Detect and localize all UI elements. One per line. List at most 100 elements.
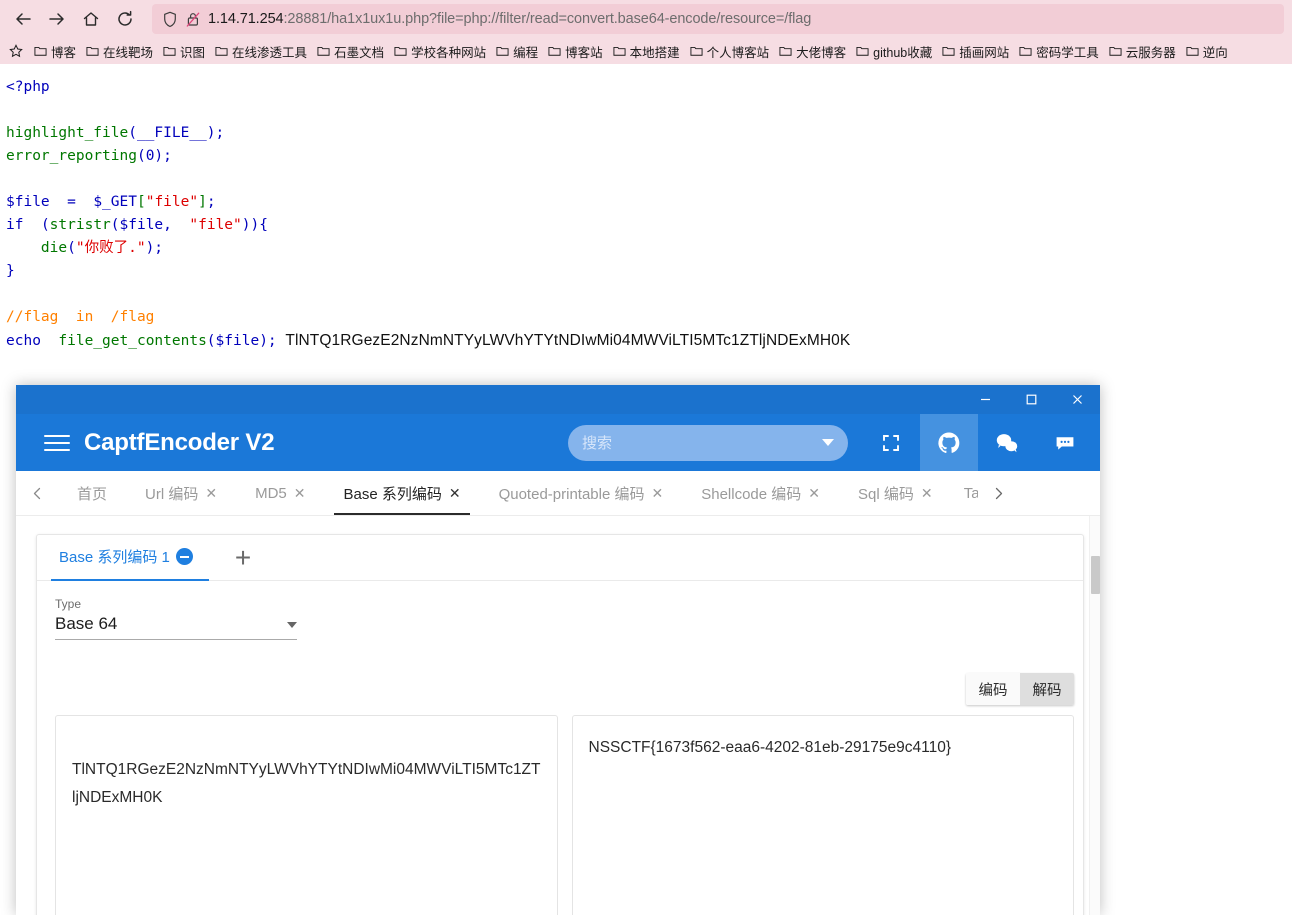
lock-crossed-icon[interactable] [185, 11, 201, 28]
php-fn-error-reporting: error_reporting [6, 148, 137, 164]
close-icon[interactable]: ✕ [921, 486, 933, 500]
bookmark-item[interactable]: 个人博客站 [685, 40, 775, 63]
tab-home[interactable]: 首页 [58, 471, 126, 515]
tab-truncated[interactable]: Ta [952, 471, 978, 515]
fullscreen-icon[interactable] [862, 414, 920, 471]
folder-icon [34, 47, 47, 56]
back-button[interactable] [6, 2, 40, 36]
bookmark-label: 识图 [180, 45, 206, 60]
minus-circle-icon[interactable] [175, 548, 193, 565]
output-textarea[interactable]: NSSCTF{1673f562-eaa6-4202-81eb-29175e9c4… [571, 715, 1074, 915]
decode-button[interactable]: 解码 [1020, 673, 1074, 705]
php-fn-file-get-contents: file_get_contents [58, 333, 207, 349]
url-path: :28881/ha1x1ux1u.php?file=php://filter/r… [283, 11, 812, 27]
tab-shellcode-encode[interactable]: Shellcode 编码 ✕ [682, 471, 839, 515]
php-close-brace: } [6, 263, 15, 279]
github-icon[interactable] [920, 414, 978, 471]
php-fn-highlight-file: highlight_file [6, 125, 129, 141]
php-fn-die: die [40, 240, 68, 256]
folder-icon [548, 47, 561, 56]
window-scrollbar[interactable] [1089, 516, 1100, 915]
php-op-equals: = [67, 194, 76, 210]
bookmark-label: 个人博客站 [706, 45, 770, 60]
captf-titlebar[interactable] [16, 385, 1100, 414]
chevron-down-icon[interactable] [822, 439, 834, 446]
folder-icon [856, 47, 869, 56]
add-subtab-button[interactable]: + [235, 543, 251, 572]
bookmark-item[interactable]: 在线渗透工具 [210, 40, 312, 63]
shield-icon[interactable] [162, 11, 178, 28]
bookmark-item[interactable]: 插画网站 [937, 40, 1014, 63]
bookmark-item[interactable]: 编程 [491, 40, 543, 63]
bookmark-star-icon[interactable] [5, 42, 29, 60]
close-icon[interactable]: ✕ [294, 486, 306, 500]
bookmark-item[interactable]: github收藏 [851, 40, 937, 63]
php-kw-if: if [6, 217, 24, 233]
close-button[interactable] [1054, 385, 1100, 414]
tabstrip-next-button[interactable] [978, 471, 1020, 515]
bookmark-item[interactable]: 逆向 [1181, 40, 1233, 63]
bookmark-item[interactable]: 大佬博客 [774, 40, 851, 63]
scrollbar-thumb[interactable] [1091, 556, 1100, 594]
bookmark-label: 在线渗透工具 [232, 45, 308, 60]
bookmark-label: 云服务器 [1125, 45, 1176, 60]
folder-icon [496, 47, 509, 56]
message-icon[interactable] [1036, 414, 1094, 471]
home-button[interactable] [74, 2, 108, 36]
hamburger-menu-icon[interactable] [44, 432, 70, 454]
folder-icon [690, 47, 703, 56]
mode-button-group: 编码 解码 [966, 673, 1074, 705]
php-str-file-2: "file" [189, 217, 242, 233]
captf-appbar: CaptfEncoder V2 搜索 [16, 414, 1100, 471]
url-bar[interactable]: 1.14.71.254:28881/ha1x1ux1u.php?file=php… [152, 4, 1284, 34]
search-input[interactable]: 搜索 [568, 424, 848, 461]
tab-md5[interactable]: MD5 ✕ [236, 471, 324, 515]
tab-quoted-printable-encode[interactable]: Quoted-printable 编码 ✕ [480, 471, 683, 515]
bookmark-item[interactable]: 云服务器 [1104, 40, 1181, 63]
type-label: Type [55, 597, 82, 611]
bookmark-label: 学校各种网站 [411, 45, 487, 60]
browser-nav-bar: 1.14.71.254:28881/ha1x1ux1u.php?file=php… [0, 0, 1292, 38]
reload-button[interactable] [108, 2, 142, 36]
subtab-base-encode-1[interactable]: Base 系列编码 1 [51, 535, 209, 581]
bookmark-item[interactable]: 本地搭建 [608, 40, 685, 63]
caret-down-icon[interactable] [287, 622, 297, 628]
bookmark-item[interactable]: 石墨文档 [312, 40, 389, 63]
tab-sql-encode[interactable]: Sql 编码 ✕ [839, 471, 952, 515]
folder-icon [1019, 47, 1032, 56]
type-select[interactable]: Base 64 [55, 614, 297, 640]
encoder-panel: Base 系列编码 1 + Type Base 64 编码 解码 TlNTQ1R… [36, 534, 1084, 915]
tab-label: Shellcode 编码 [701, 485, 802, 503]
close-icon[interactable]: ✕ [808, 486, 820, 500]
tab-url-encode[interactable]: Url 编码 ✕ [126, 471, 236, 515]
php-const-file: __FILE__ [136, 125, 207, 141]
bookmark-item[interactable]: 博客站 [543, 40, 608, 63]
forward-button[interactable] [40, 2, 74, 36]
close-icon[interactable]: ✕ [449, 486, 461, 500]
bookmark-label: 大佬博客 [796, 45, 847, 60]
wechat-icon[interactable] [978, 414, 1036, 471]
close-icon[interactable]: ✕ [205, 486, 217, 500]
bookmark-item[interactable]: 博客 [29, 40, 81, 63]
tab-label: 首页 [77, 485, 108, 503]
folder-icon [215, 47, 228, 56]
encode-button[interactable]: 编码 [966, 673, 1020, 705]
bookmark-label: 博客站 [565, 45, 603, 60]
input-textarea[interactable]: TlNTQ1RGezE2NzNmNTYyLWVhYTYtNDIwMi04MWVi… [55, 715, 558, 915]
minimize-button[interactable] [962, 385, 1008, 414]
php-output-base64: TlNTQ1RGezE2NzNmNTYyLWVhYTYtNDIwMi04MWVi… [285, 332, 851, 349]
close-icon[interactable]: ✕ [651, 486, 663, 500]
bookmark-label: 博客 [51, 45, 77, 60]
tab-base-encode[interactable]: Base 系列编码 ✕ [324, 471, 479, 515]
php-var-file: $file [6, 194, 50, 210]
bookmark-item[interactable]: 在线靶场 [81, 40, 158, 63]
folder-icon [1186, 47, 1199, 56]
tabstrip-prev-button[interactable] [16, 471, 58, 515]
url-host: 1.14.71.254 [208, 11, 284, 27]
bookmark-label: github收藏 [873, 45, 933, 60]
php-str-fail: "你败了." [75, 240, 146, 256]
bookmark-item[interactable]: 学校各种网站 [389, 40, 491, 63]
bookmark-item[interactable]: 识图 [158, 40, 210, 63]
bookmark-item[interactable]: 密码学工具 [1014, 40, 1104, 63]
maximize-button[interactable] [1008, 385, 1054, 414]
